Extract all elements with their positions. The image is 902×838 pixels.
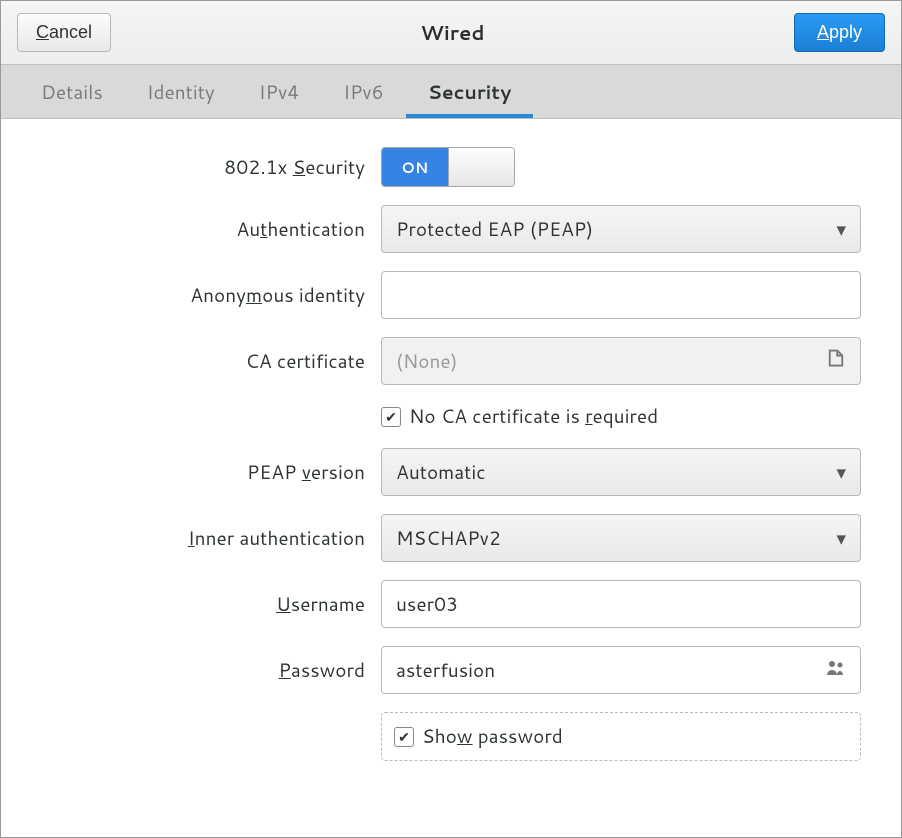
content-area: 802.1x Security ON Authentication Protec… (1, 119, 901, 837)
dropdown-caret-icon: ▾ (836, 525, 846, 552)
label-password: Password (41, 657, 381, 684)
label-peap-version: PEAP version (41, 459, 381, 486)
no-ca-required-label: No CA certificate is required (409, 403, 658, 430)
label-authentication: Authentication (41, 216, 381, 243)
cancel-label: Cancel (36, 22, 92, 42)
password-input[interactable]: asterfusion (381, 646, 861, 694)
tab-ipv4[interactable]: IPv4 (237, 65, 321, 118)
apply-label: Apply (817, 22, 862, 42)
window-title: Wired (420, 19, 484, 47)
show-password-row[interactable]: Show password (394, 723, 848, 750)
tab-identity[interactable]: Identity (125, 65, 237, 118)
toggle-on-label: ON (382, 148, 448, 186)
show-password-label: Show password (422, 723, 563, 750)
ca-cert-chooser[interactable]: (None) (381, 337, 861, 385)
dropdown-caret-icon: ▾ (836, 459, 846, 486)
dropdown-caret-icon: ▾ (836, 216, 846, 243)
no-ca-required-row[interactable]: No CA certificate is required (381, 403, 861, 430)
inner-auth-value: MSCHAPv2 (396, 525, 501, 552)
username-value: user03 (396, 591, 458, 618)
cancel-button[interactable]: Cancel (17, 13, 111, 52)
toggle-handle (448, 148, 515, 186)
peap-version-value: Automatic (396, 459, 486, 486)
password-value: asterfusion (396, 657, 495, 684)
no-ca-required-checkbox[interactable] (381, 407, 401, 427)
tab-bar: Details Identity IPv4 IPv6 Security (1, 65, 901, 119)
username-input[interactable]: user03 (381, 580, 861, 628)
header-bar: Cancel Wired Apply (1, 1, 901, 65)
label-username: Username (41, 591, 381, 618)
show-password-checkbox[interactable] (394, 727, 414, 747)
label-8021x: 802.1x Security (41, 154, 381, 181)
8021x-toggle[interactable]: ON (381, 147, 515, 187)
authentication-select[interactable]: Protected EAP (PEAP) ▾ (381, 205, 861, 253)
users-icon (826, 657, 846, 684)
file-icon (826, 348, 846, 375)
tab-security[interactable]: Security (406, 65, 534, 118)
peap-version-select[interactable]: Automatic ▾ (381, 448, 861, 496)
inner-auth-select[interactable]: MSCHAPv2 ▾ (381, 514, 861, 562)
label-ca-cert: CA certificate (41, 348, 381, 375)
label-inner-auth: Inner authentication (41, 525, 381, 552)
tab-details[interactable]: Details (19, 65, 125, 118)
anon-identity-input[interactable] (381, 271, 861, 319)
tab-ipv6[interactable]: IPv6 (321, 65, 405, 118)
authentication-value: Protected EAP (PEAP) (396, 216, 593, 243)
apply-button[interactable]: Apply (794, 13, 885, 52)
label-anon-identity: Anonymous identity (41, 282, 381, 309)
ca-cert-value: (None) (396, 348, 458, 375)
